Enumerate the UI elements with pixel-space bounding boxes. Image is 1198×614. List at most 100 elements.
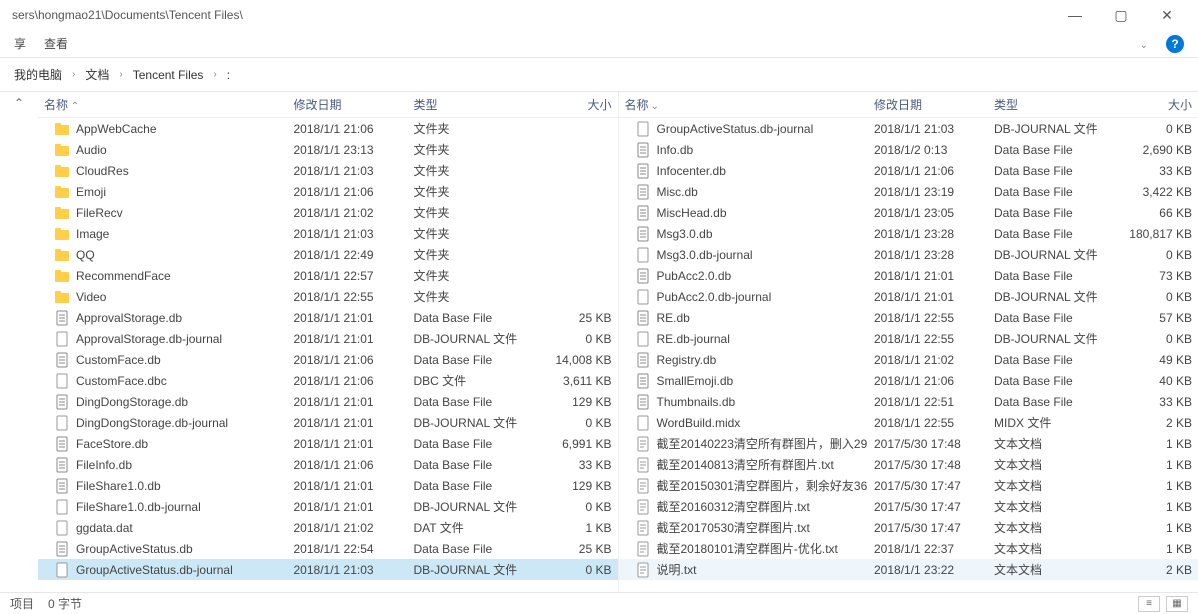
file-row[interactable]: ApprovalStorage.db-journal2018/1/1 21:01…: [38, 328, 618, 349]
file-icon: [635, 289, 651, 305]
file-row[interactable]: FileShare1.0.db2018/1/1 21:01Data Base F…: [38, 475, 618, 496]
file-row[interactable]: FileRecv2018/1/1 21:02文件夹: [38, 202, 618, 223]
file-date: 2018/1/1 21:03: [288, 563, 408, 577]
file-row[interactable]: 截至20150301清空群图片，剩余好友36...2017/5/30 17:47…: [619, 475, 1198, 496]
file-row[interactable]: Image2018/1/1 21:03文件夹: [38, 223, 618, 244]
folder-icon: [54, 247, 70, 263]
col-size[interactable]: 大小: [528, 96, 618, 113]
nav-gutter[interactable]: ⌃: [0, 92, 38, 592]
breadcrumb[interactable]: 我的电脑›文档›Tencent Files›:: [14, 66, 230, 83]
file-date: 2018/1/1 21:01: [288, 437, 408, 451]
file-row[interactable]: RE.db-journal2018/1/1 22:55DB-JOURNAL 文件…: [619, 328, 1198, 349]
file-row[interactable]: Registry.db2018/1/1 21:02Data Base File4…: [619, 349, 1198, 370]
breadcrumb-item[interactable]: Tencent Files: [133, 68, 204, 82]
file-date: 2017/5/30 17:47: [868, 500, 988, 514]
menu-dropdown[interactable]: [1140, 37, 1148, 51]
col-name[interactable]: 名称: [38, 96, 288, 113]
col-size[interactable]: 大小: [1108, 96, 1198, 113]
file-row[interactable]: Audio2018/1/1 23:13文件夹: [38, 139, 618, 160]
col-date[interactable]: 修改日期: [288, 96, 408, 113]
file-row[interactable]: Misc.db2018/1/1 23:19Data Base File3,422…: [619, 181, 1198, 202]
file-row[interactable]: RecommendFace2018/1/1 22:57文件夹: [38, 265, 618, 286]
file-size: 40 KB: [1108, 374, 1198, 388]
file-type: 文件夹: [408, 141, 528, 158]
maximize-button[interactable]: ▢: [1098, 0, 1144, 30]
folder-icon: [54, 205, 70, 221]
address-bar: 我的电脑›文档›Tencent Files›:: [0, 58, 1198, 92]
file-type: 文件夹: [408, 120, 528, 137]
file-row[interactable]: 截至20160312清空群图片.txt2017/5/30 17:47文本文档1 …: [619, 496, 1198, 517]
file-row[interactable]: 截至20140223清空所有群图片，删入29...2017/5/30 17:48…: [619, 433, 1198, 454]
file-size: 0 KB: [1108, 122, 1198, 136]
file-row[interactable]: Thumbnails.db2018/1/1 22:51Data Base Fil…: [619, 391, 1198, 412]
file-row[interactable]: Emoji2018/1/1 21:06文件夹: [38, 181, 618, 202]
file-row[interactable]: PubAcc2.0.db-journal2018/1/1 21:01DB-JOU…: [619, 286, 1198, 307]
database-icon: [54, 352, 70, 368]
text-file-icon: [635, 499, 651, 515]
file-row[interactable]: FileShare1.0.db-journal2018/1/1 21:01DB-…: [38, 496, 618, 517]
file-row[interactable]: GroupActiveStatus.db-journal2018/1/1 21:…: [619, 118, 1198, 139]
file-row[interactable]: Info.db2018/1/2 0:13Data Base File2,690 …: [619, 139, 1198, 160]
file-row[interactable]: ApprovalStorage.db2018/1/1 21:01Data Bas…: [38, 307, 618, 328]
file-row[interactable]: Video2018/1/1 22:55文件夹: [38, 286, 618, 307]
file-row[interactable]: AppWebCache2018/1/1 21:06文件夹: [38, 118, 618, 139]
file-name: CustomFace.dbc: [76, 374, 167, 388]
col-date[interactable]: 修改日期: [868, 96, 988, 113]
file-row[interactable]: ggdata.dat2018/1/1 21:02DAT 文件1 KB: [38, 517, 618, 538]
file-row[interactable]: DingDongStorage.db-journal2018/1/1 21:01…: [38, 412, 618, 433]
file-size: 2 KB: [1108, 416, 1198, 430]
view-details-button[interactable]: ≡: [1138, 596, 1160, 612]
file-row[interactable]: WordBuild.midx2018/1/1 22:55MIDX 文件2 KB: [619, 412, 1198, 433]
file-name: SmallEmoji.db: [657, 374, 734, 388]
file-type: DB-JOURNAL 文件: [988, 330, 1108, 347]
file-date: 2018/1/1 21:06: [288, 185, 408, 199]
file-date: 2018/1/1 22:55: [868, 416, 988, 430]
file-row[interactable]: 说明.txt2018/1/1 23:22文本文档2 KB: [619, 559, 1198, 580]
file-row[interactable]: DingDongStorage.db2018/1/1 21:01Data Bas…: [38, 391, 618, 412]
file-date: 2018/1/1 21:03: [288, 227, 408, 241]
close-button[interactable]: ✕: [1144, 0, 1190, 30]
file-type: Data Base File: [988, 311, 1108, 325]
file-date: 2017/5/30 17:48: [868, 458, 988, 472]
file-row[interactable]: GroupActiveStatus.db-journal2018/1/1 21:…: [38, 559, 618, 580]
breadcrumb-item[interactable]: :: [227, 68, 230, 82]
file-row[interactable]: RE.db2018/1/1 22:55Data Base File57 KB: [619, 307, 1198, 328]
file-name: Video: [76, 290, 106, 304]
file-row[interactable]: 截至20180101清空群图片-优化.txt2018/1/1 22:37文本文档…: [619, 538, 1198, 559]
breadcrumb-item[interactable]: 我的电脑: [14, 66, 62, 83]
file-row[interactable]: 截至20140813清空所有群图片.txt2017/5/30 17:48文本文档…: [619, 454, 1198, 475]
file-date: 2018/1/1 21:01: [288, 395, 408, 409]
minimize-button[interactable]: —: [1052, 0, 1098, 30]
breadcrumb-item[interactable]: 文档: [85, 66, 109, 83]
file-row[interactable]: GroupActiveStatus.db2018/1/1 22:54Data B…: [38, 538, 618, 559]
file-row[interactable]: CloudRes2018/1/1 21:03文件夹: [38, 160, 618, 181]
file-row[interactable]: CustomFace.db2018/1/1 21:06Data Base Fil…: [38, 349, 618, 370]
file-name: GroupActiveStatus.db: [76, 542, 193, 556]
file-row[interactable]: FaceStore.db2018/1/1 21:01Data Base File…: [38, 433, 618, 454]
file-row[interactable]: SmallEmoji.db2018/1/1 21:06Data Base Fil…: [619, 370, 1198, 391]
file-size: 33 KB: [1108, 164, 1198, 178]
status-bar: 项目 0 字节 ≡ ▦: [0, 592, 1198, 614]
file-row[interactable]: 截至20170530清空群图片.txt2017/5/30 17:47文本文档1 …: [619, 517, 1198, 538]
col-type[interactable]: 类型: [988, 96, 1108, 113]
menu-view[interactable]: 查看: [44, 35, 68, 52]
file-row[interactable]: QQ2018/1/1 22:49文件夹: [38, 244, 618, 265]
file-date: 2018/1/1 23:13: [288, 143, 408, 157]
file-row[interactable]: FileInfo.db2018/1/1 21:06Data Base File3…: [38, 454, 618, 475]
col-type[interactable]: 类型: [408, 96, 528, 113]
col-name[interactable]: 名称⌄: [619, 96, 869, 113]
file-row[interactable]: Infocenter.db2018/1/1 21:06Data Base Fil…: [619, 160, 1198, 181]
file-date: 2018/1/1 22:37: [868, 542, 988, 556]
menu-share[interactable]: 享: [14, 35, 26, 52]
file-type: 文件夹: [408, 183, 528, 200]
file-row[interactable]: PubAcc2.0.db2018/1/1 21:01Data Base File…: [619, 265, 1198, 286]
file-row[interactable]: Msg3.0.db2018/1/1 23:28Data Base File180…: [619, 223, 1198, 244]
view-icons-button[interactable]: ▦: [1166, 596, 1188, 612]
file-row[interactable]: MiscHead.db2018/1/1 23:05Data Base File6…: [619, 202, 1198, 223]
database-icon: [635, 373, 651, 389]
file-row[interactable]: CustomFace.dbc2018/1/1 21:06DBC 文件3,611 …: [38, 370, 618, 391]
file-type: 文本文档: [988, 519, 1108, 536]
help-icon[interactable]: ?: [1166, 35, 1184, 53]
file-name: AppWebCache: [76, 122, 157, 136]
file-row[interactable]: Msg3.0.db-journal2018/1/1 23:28DB-JOURNA…: [619, 244, 1198, 265]
